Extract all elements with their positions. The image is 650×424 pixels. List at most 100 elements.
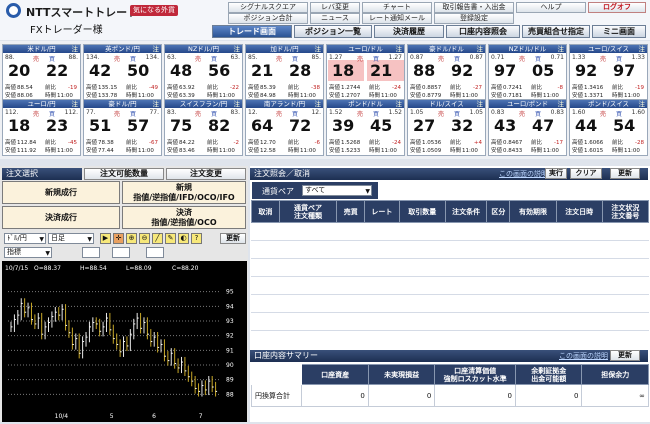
time-value: 11:00	[138, 148, 154, 154]
sell-price-button[interactable]: 27	[413, 116, 435, 135]
sell-price-button[interactable]: 43	[494, 116, 516, 135]
sell-price-button[interactable]: 97	[494, 61, 516, 80]
draw-line-icon[interactable]: ╱	[152, 233, 163, 244]
contrast-icon[interactable]: ◐	[178, 233, 189, 244]
rate-card-header: NZドル/円 注	[165, 45, 242, 53]
chart-update-button[interactable]: 更新	[220, 233, 246, 244]
sell-price-button[interactable]: 21	[251, 61, 273, 80]
sell-price-button[interactable]: 48	[170, 61, 192, 80]
buy-price-button[interactable]: 47	[532, 116, 554, 135]
rate-card[interactable]: NZドル/ドル注 0.71 売買 0.71 97 05 高値0.7241 前比 -8 安値0.71…	[488, 44, 567, 101]
logoff-button[interactable]: ログオフ	[588, 2, 646, 13]
low-label: 安値	[329, 93, 341, 99]
rate-card[interactable]: ポンド/スイス注 1.60 売買 1.60 44 54 高値1.6066 前比 -28 安値1.6…	[569, 99, 648, 156]
rate-card[interactable]: 加ドル/円注 85. 売買 85. 21 28 高値85.39 前比 -38 安値84.98 時間1…	[245, 44, 324, 101]
sell-price-button[interactable]: 18	[8, 116, 30, 135]
sell-price-button[interactable]: 88	[413, 61, 435, 80]
sell-price-button[interactable]: 42	[89, 61, 111, 80]
rate-card[interactable]: 南アランド/円注 12. 売買 12. 64 72 高値12.70 前比 -6 安値12.58 時間…	[245, 99, 324, 156]
pair-name: 加ドル/円	[270, 45, 299, 53]
pair-filter-select[interactable]: すべて ▼	[302, 185, 372, 196]
tab-trade-screen[interactable]: トレード画面	[212, 25, 292, 38]
rate-card[interactable]: ユーロ/スイス注 1.33 売買 1.33 92 97 高値1.3416 前比 -19 安値1.3…	[569, 44, 648, 101]
rate-card[interactable]: ポンド/ドル注 1.52 売買 1.52 39 45 高値1.5268 前比 -24 安値1.52…	[326, 99, 405, 156]
rate-card[interactable]: スイスフラン/円注 83. 売買 83. 75 82 高値84.22 前比 -2 安値83.46 時…	[164, 99, 243, 156]
order-capacity-button[interactable]: 注文可能数量	[84, 168, 164, 180]
summary-help-link[interactable]: この画面の説明	[559, 350, 608, 362]
zoom-out-icon[interactable]: ⊖	[139, 233, 150, 244]
buy-price-button[interactable]: 22	[46, 61, 68, 80]
buy-price-button[interactable]: 23	[46, 116, 68, 135]
buy-price-button[interactable]: 97	[613, 61, 635, 80]
zoom-in-icon[interactable]: ⊕	[126, 233, 137, 244]
sell-price-button[interactable]: 64	[251, 116, 273, 135]
link-signal-square[interactable]: シグナルスクエア	[228, 2, 308, 13]
sell-price-button[interactable]: 92	[575, 61, 597, 80]
close-limit-order-button[interactable]: 決済 指値/逆指値/OCO	[122, 206, 246, 229]
tab-settlement-history[interactable]: 決済履歴	[374, 25, 444, 38]
new-limit-order-button[interactable]: 新規 指値/逆指値/IFD/OCO/IFO	[122, 181, 246, 204]
eraser-icon[interactable]: ✎	[165, 233, 176, 244]
tab-account-inquiry[interactable]: 口座内容照会	[446, 25, 520, 38]
buy-price-button[interactable]: 56	[208, 61, 230, 80]
low-row: 安値1.2707 時間11:00	[329, 91, 404, 99]
buy-price-button[interactable]: 82	[208, 116, 230, 135]
tab-position-list[interactable]: ポジション一覧	[294, 25, 372, 38]
rate-card[interactable]: 豪ドル/ドル注 0.87 売買 0.87 88 92 高値0.8857 前比 -27 安値0.87…	[407, 44, 486, 101]
link-chart[interactable]: チャート	[362, 2, 432, 13]
link-rate-alert-mail[interactable]: レート通知メール	[362, 13, 432, 24]
chart-pair-select[interactable]: ﾄﾞﾙ/円 ▼	[4, 233, 46, 244]
sell-price-button[interactable]: 18	[332, 61, 354, 80]
crosshair-icon[interactable]: ✛	[113, 233, 124, 244]
order-inquiry-help-link[interactable]: この画面の説明	[499, 168, 548, 180]
buy-price-button[interactable]: 92	[451, 61, 473, 80]
buy-price-button[interactable]: 54	[613, 116, 635, 135]
buy-price-button[interactable]: 32	[451, 116, 473, 135]
rate-card[interactable]: ユーロ/円注 112. 売買 112. 18 23 高値112.84 前比 -45 安値111.9…	[2, 99, 81, 156]
buy-price-button[interactable]: 45	[370, 116, 392, 135]
sell-price-button[interactable]: 51	[89, 116, 111, 135]
help-icon[interactable]: ?	[191, 233, 202, 244]
indicator-param-3[interactable]	[146, 247, 164, 258]
new-market-order-button[interactable]: 新規成行	[2, 181, 120, 204]
rate-card[interactable]: ユーロ/ドル注 1.27 売買 1.27 18 21 高値1.2744 前比 -24 安値1.27…	[326, 44, 405, 101]
buy-price-button[interactable]: 50	[127, 61, 149, 80]
rate-card[interactable]: ドル/スイス注 1.05 売買 1.05 27 32 高値1.0536 前比 +4 安値1.050…	[407, 99, 486, 156]
indicator-param-2[interactable]	[112, 247, 130, 258]
chart-period-select[interactable]: 日足 ▼	[48, 233, 94, 244]
play-icon[interactable]: ▶	[100, 233, 111, 244]
order-inquiry-title: 注文照会／取消	[254, 169, 310, 178]
rate-card[interactable]: NZドル/円注 63. 売買 63. 48 56 高値63.92 前比 -22 安値63.39 時間…	[164, 44, 243, 101]
buy-price-button[interactable]: 21	[370, 61, 392, 80]
sell-price-button[interactable]: 20	[8, 61, 30, 80]
rate-card[interactable]: 豪ドル/円注 77. 売買 77. 51 57 高値78.38 前比 -67 安値77.44 時間1…	[83, 99, 162, 156]
sell-price-button[interactable]: 44	[575, 116, 597, 135]
rate-card[interactable]: ユーロ/ポンド注 0.83 売買 0.83 43 47 高値0.8467 前比 -17 安値0.8…	[488, 99, 567, 156]
link-position-total[interactable]: ポジション合計	[228, 13, 308, 24]
rate-card[interactable]: 英ポンド/円注 134. 売買 134. 42 50 高値135.15 前比 -49 安値133.…	[83, 44, 162, 101]
buy-price-button[interactable]: 72	[289, 116, 311, 135]
orders-update-button[interactable]: 更新	[610, 168, 640, 179]
buy-price-button[interactable]: 57	[127, 116, 149, 135]
link-reports-deposit[interactable]: 取引報告書・入出金	[434, 2, 514, 13]
buy-price-button[interactable]: 28	[289, 61, 311, 80]
indicator-param-1[interactable]	[82, 247, 100, 258]
indicator-select[interactable]: 指標 ▼	[4, 247, 52, 258]
link-leverage-change[interactable]: レバ変更	[310, 2, 360, 13]
order-change-button[interactable]: 注文変更	[166, 168, 246, 180]
sell-price-button[interactable]: 39	[332, 116, 354, 135]
rate-card[interactable]: 米ドル/円注 88. 売買 88. 20 22 高値88.54 前比 -19 安値88.06 時間1…	[2, 44, 81, 101]
summary-update-button[interactable]: 更新	[610, 350, 640, 361]
clear-button[interactable]: クリア	[570, 168, 602, 179]
high-row: 高値112.84 前比 -45	[5, 138, 80, 146]
tab-mini-screen[interactable]: ミニ画面	[592, 25, 646, 38]
close-market-order-button[interactable]: 決済成行	[2, 206, 120, 229]
link-help[interactable]: ヘルプ	[516, 2, 586, 13]
sell-price-button[interactable]: 75	[170, 116, 192, 135]
execute-button[interactable]: 実行	[545, 168, 567, 179]
link-news[interactable]: ニュース	[310, 13, 360, 24]
price-chart[interactable]: 10/7/15 O=88.37 H=88.54 L=88.09 C=88.20 …	[2, 261, 247, 422]
tab-combination-order[interactable]: 売買組合せ指定	[522, 25, 590, 38]
link-settings[interactable]: 登録設定	[434, 13, 514, 24]
buy-price-button[interactable]: 05	[532, 61, 554, 80]
